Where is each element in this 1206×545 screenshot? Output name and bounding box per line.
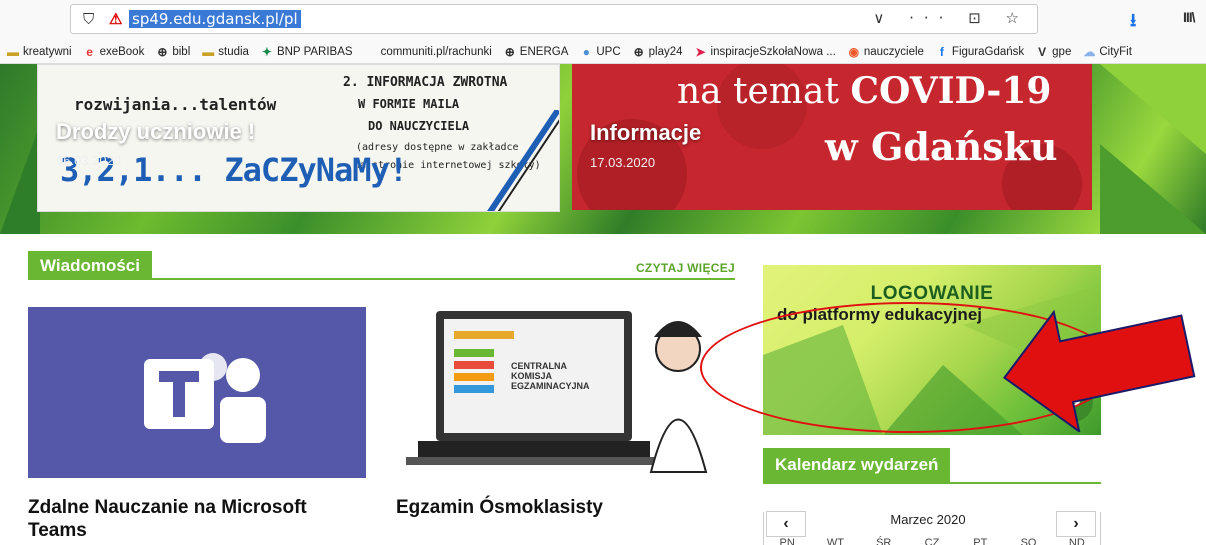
bookmark-label: inspiracjeSzkołaNowa ... (710, 45, 836, 58)
news-card-image-exam[interactable]: CENTRALNA KOMISJA EGZAMINACYJNA (396, 307, 734, 478)
slide-handwriting-line: 2. INFORMACJA ZWROTNA (343, 75, 508, 90)
slide-students[interactable]: rozwijania...talentów 2. INFORMACJA ZWRO… (37, 64, 560, 212)
v-icon: V (1038, 44, 1047, 59)
calendar-prev-button[interactable]: ‹ (766, 511, 806, 537)
news-card-image-teams[interactable] (28, 307, 366, 478)
address-bar[interactable]: ⛉ ⚠ sp49.edu.gdansk.pl/pl ∨ ··· ⊡ ☆ (70, 4, 1038, 34)
ribbon-icon: ➤ (695, 44, 706, 59)
calendar-weekday: PN (779, 537, 795, 545)
calendar-header: Kalendarz wydarzeń (763, 448, 1101, 484)
bookmark-label: kreatywni (23, 45, 72, 58)
blank-icon (364, 45, 378, 59)
bookmark-item[interactable]: Vgpe (1035, 45, 1071, 59)
bookmark-item[interactable]: ✦ BNP PARIBAS (260, 45, 353, 59)
calendar-weekday: CZ (924, 537, 940, 545)
bookmark-label: ENERGA (519, 45, 569, 58)
calendar-next-button[interactable]: › (1056, 511, 1096, 537)
bookmark-label: CityFit (1099, 45, 1132, 58)
folder-icon: ▬ (202, 44, 215, 59)
microsoft-teams-icon (144, 353, 266, 443)
download-icon[interactable]: ⭳ (1130, 8, 1136, 38)
calendar-weekday: SO (1020, 537, 1037, 545)
slide-title[interactable]: Drodzy uczniowie ! (56, 119, 255, 145)
target-icon: ◉ (848, 44, 860, 59)
globe-icon: ⊕ (157, 44, 168, 59)
pencil-icon (487, 110, 559, 211)
bookmark-label: play24 (648, 45, 683, 58)
globe-icon: ⊕ (633, 44, 644, 59)
hero-banner: rozwijania...talentów 2. INFORMACJA ZWRO… (0, 64, 1206, 234)
bookmark-item[interactable]: ☁ CityFit (1082, 45, 1132, 59)
calendar-weekday: ND (1068, 537, 1085, 545)
globe-icon: ⊕ (504, 44, 515, 59)
news-section-header: Wiadomości CZYTAJ WIĘCEJ (28, 251, 735, 280)
laptop-illustration-icon (406, 311, 708, 473)
bookmark-item[interactable]: e exeBook (83, 44, 145, 59)
page-actions[interactable]: ∨ ··· ⊡ ☆ (873, 9, 1029, 27)
news-heading: Wiadomości (28, 251, 152, 280)
slide-date: 17.03.2020 (590, 155, 656, 170)
bookmark-item[interactable]: ⊕ bibl (155, 45, 190, 59)
covid-line-1: na temat COVID-19 (677, 70, 1052, 112)
bookmark-item[interactable]: ▬ studia (201, 45, 249, 59)
upc-icon: ● (582, 44, 590, 59)
bookmark-item[interactable]: ⊕ ENERGA (503, 45, 569, 59)
slide-handwriting-line: DO NAUCZYCIELA (368, 119, 470, 133)
covid-line-2: w Gdańsku (825, 124, 1058, 169)
news-title-exam[interactable]: Egzamin Ósmoklasisty (396, 496, 603, 519)
calendar-weekdays: PN WT ŚR CZ PT SO ND (763, 537, 1101, 545)
insecure-lock-icon[interactable]: ⚠ (109, 10, 122, 28)
bookmark-label: UPC (596, 45, 621, 58)
calendar-weekday: PT (973, 537, 988, 545)
bookmark-label: studia (218, 45, 249, 58)
slide-title[interactable]: Informacje (590, 120, 701, 146)
slide-date: 16.03.2020 (56, 153, 122, 168)
covid-word: COVID-19 (850, 70, 1052, 112)
bookmark-label: gpe (1052, 45, 1072, 58)
annotation-arrow-icon (1002, 309, 1196, 432)
bookmark-item[interactable]: communiti.pl/rachunki (364, 45, 492, 59)
calendar-weekday: ŚR (876, 537, 892, 545)
news-title-teams[interactable]: Zdalne Nauczanie na Microsoft Teams (28, 496, 366, 542)
bookmark-label: exeBook (99, 45, 145, 58)
bookmark-label: nauczyciele (863, 45, 924, 58)
bnp-icon: ✦ (261, 44, 272, 59)
calendar-weekday: WT (826, 537, 844, 545)
bookmark-item[interactable]: ▬ kreatywni (6, 45, 72, 59)
slide-covid-info[interactable]: na temat COVID-19 w Gdańsku Informacje 1… (572, 64, 1092, 210)
browser-toolbar: ⛉ ⚠ sp49.edu.gdansk.pl/pl ∨ ··· ⊡ ☆ ⭳ II… (0, 0, 1206, 40)
folder-icon: ▬ (7, 44, 19, 59)
calendar-heading: Kalendarz wydarzeń (763, 448, 951, 482)
login-subtitle: do platformy edukacyjnej (777, 305, 982, 324)
slide-handwriting-talents: rozwijania...talentów (74, 95, 277, 114)
bookmark-item[interactable]: f FiguraGdańsk (935, 45, 1024, 59)
read-more-link[interactable]: CZYTAJ WIĘCEJ (636, 261, 735, 275)
slide-handwriting-line: W FORMIE MAILA (358, 97, 460, 111)
shield-icon[interactable]: ⛉ (83, 11, 94, 28)
cke-logo-text: CENTRALNA KOMISJA EGZAMINACYJNA (511, 361, 590, 391)
bookmarks-bar: ▬ kreatywni e exeBook ⊕ bibl ▬ studia ✦ BNP PARIB… (0, 40, 1206, 64)
bookmark-item[interactable]: ➤ inspiracjeSzkołaNowa ... (694, 45, 836, 59)
calendar-month: Marzec 2020 (890, 512, 966, 527)
library-icon[interactable]: III\ (1183, 9, 1196, 25)
bookmark-label: BNP PARIBAS (276, 45, 353, 58)
bookmark-item[interactable]: ◉ nauczyciele (847, 45, 924, 59)
url-text[interactable]: sp49.edu.gdansk.pl/pl (129, 10, 301, 28)
bookmark-item[interactable]: ⊕ play24 (632, 45, 683, 59)
bookmark-label: FiguraGdańsk (951, 45, 1025, 58)
bookmark-item[interactable]: ● UPC (579, 44, 621, 59)
bookmark-label: bibl (172, 45, 191, 58)
exebook-icon: e (86, 44, 93, 59)
bookmark-label: communiti.pl/rachunki (380, 45, 492, 58)
facebook-icon: f (939, 44, 944, 59)
cityfit-icon: ☁ (1083, 44, 1096, 59)
